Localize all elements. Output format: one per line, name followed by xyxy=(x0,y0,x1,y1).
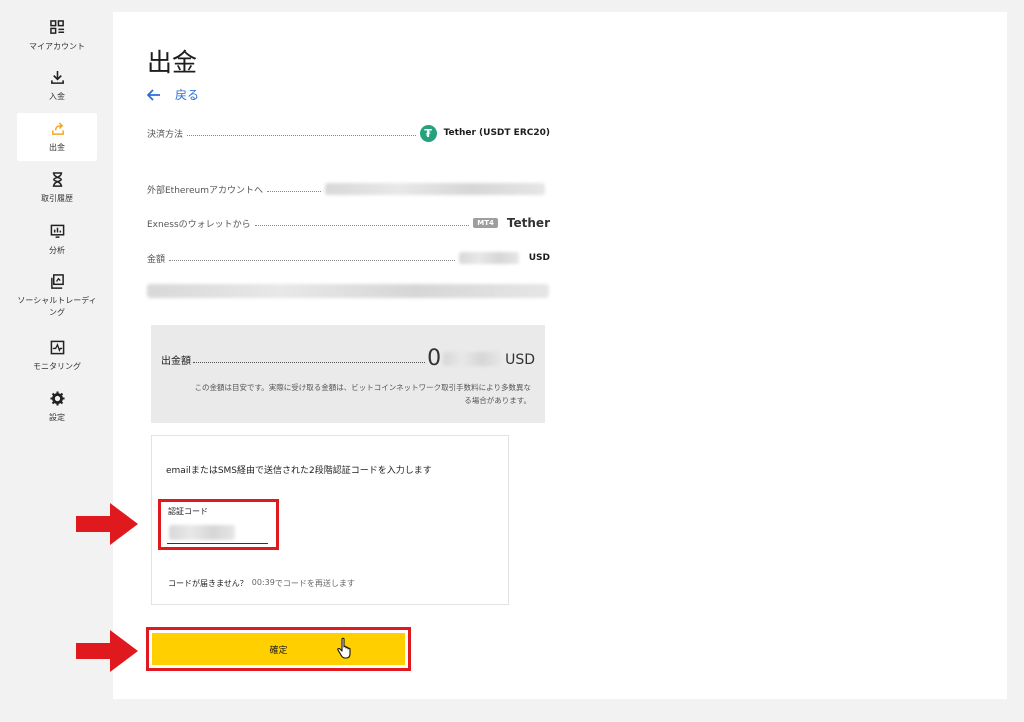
arrow-right-icon xyxy=(76,503,138,545)
withdrawal-amount-value: 0 xyxy=(427,346,442,371)
analytics-icon xyxy=(49,223,65,239)
sidebar-item-label: 設定 xyxy=(49,413,65,422)
no-code-text: コードが届きません？ xyxy=(168,579,248,588)
redacted-row xyxy=(147,284,549,298)
tether-logo-icon: ₮ xyxy=(419,124,437,142)
dashboard-icon xyxy=(49,19,65,35)
confirm-button[interactable]: 確定 xyxy=(152,633,405,665)
gear-icon xyxy=(49,390,65,406)
dotted-leader xyxy=(266,190,321,192)
hand-cursor-icon xyxy=(337,637,351,659)
sidebar-item-label: 取引履歴 xyxy=(41,194,73,203)
redacted-amount xyxy=(458,252,519,264)
upload-icon xyxy=(49,120,65,136)
page-title: 出金 xyxy=(147,48,198,77)
redacted-address xyxy=(324,183,545,195)
sidebar-item-label: マイアカウント xyxy=(29,42,85,51)
monitoring-icon xyxy=(49,339,65,355)
withdrawal-summary: 出金額 0 USD この金額は目安です。実際に受け取る金額は、ビットコインネット… xyxy=(151,325,545,423)
source-row: Exnessのウォレットから MT4 Tether xyxy=(147,215,550,231)
sidebar-item-label: 出金 xyxy=(49,143,65,152)
social-trading-icon xyxy=(49,273,65,289)
back-link[interactable]: 戻る xyxy=(147,86,199,103)
destination-label: 外部Ethereumアカウントへ xyxy=(147,185,263,196)
sidebar-item-trade-history[interactable]: 取引履歴 xyxy=(17,166,97,210)
resend-text: でコードを再送します xyxy=(274,579,355,588)
mt4-badge: MT4 xyxy=(473,218,498,228)
sidebar-item-label: モニタリング xyxy=(33,362,81,371)
sidebar-item-monitoring[interactable]: モニタリング xyxy=(17,334,97,378)
sidebar-item-analytics[interactable]: 分析 xyxy=(17,218,97,262)
sidebar-item-social-trading[interactable]: ソーシャルトレーディング xyxy=(17,270,97,322)
resend-info: コードが届きません？ 00:39 でコードを再送します xyxy=(168,578,355,589)
dotted-leader xyxy=(254,224,470,226)
redacted-withdrawal-amount xyxy=(443,352,502,366)
arrow-right-icon xyxy=(76,630,138,672)
estimate-note: この金額は目安です。実際に受け取る金額は、ビットコインネットワーク取引手数料によ… xyxy=(194,383,531,405)
payment-method-value: Tether (USDT ERC20) xyxy=(443,128,550,138)
sidebar-item-deposit[interactable]: 入金 xyxy=(17,64,97,108)
dotted-leader xyxy=(169,259,455,261)
sidebar-item-label: 入金 xyxy=(49,92,65,101)
download-icon xyxy=(49,69,65,85)
withdrawal-amount-label: 出金額 xyxy=(161,356,191,367)
amount-row: 金額 USD xyxy=(147,250,550,266)
payment-method-row: 決済方法 ₮ Tether (USDT ERC20) xyxy=(147,124,550,142)
code-highlight-box xyxy=(158,499,279,550)
amount-unit: USD xyxy=(528,253,550,263)
sidebar-item-my-account[interactable]: マイアカウント xyxy=(17,14,97,58)
sidebar-item-label: 分析 xyxy=(49,246,65,255)
verification-instruction: emailまたはSMS経由で送信された2段階認証コードを入力します xyxy=(166,466,432,476)
dotted-leader xyxy=(193,362,426,363)
sidebar-item-label: ソーシャルトレーディング xyxy=(17,296,97,317)
amount-label: 金額 xyxy=(147,254,166,265)
sidebar-item-withdrawal[interactable]: 出金 xyxy=(17,113,97,161)
source-value: Tether xyxy=(506,216,550,230)
withdrawal-amount-unit: USD xyxy=(505,352,535,368)
sidebar: マイアカウント 入金 出金 取引履歴 分析 ソーシャルトレーディング モニタリン… xyxy=(0,0,112,722)
back-label: 戻る xyxy=(175,88,200,102)
resend-timer: 00:39 xyxy=(251,578,275,587)
payment-method-label: 決済方法 xyxy=(147,129,184,140)
arrow-left-icon xyxy=(147,88,160,101)
hourglass-icon xyxy=(49,171,65,187)
destination-row: 外部Ethereumアカウントへ xyxy=(147,181,545,197)
sidebar-item-settings[interactable]: 設定 xyxy=(17,385,97,429)
source-label: Exnessのウォレットから xyxy=(147,219,251,230)
dotted-leader xyxy=(187,134,416,136)
